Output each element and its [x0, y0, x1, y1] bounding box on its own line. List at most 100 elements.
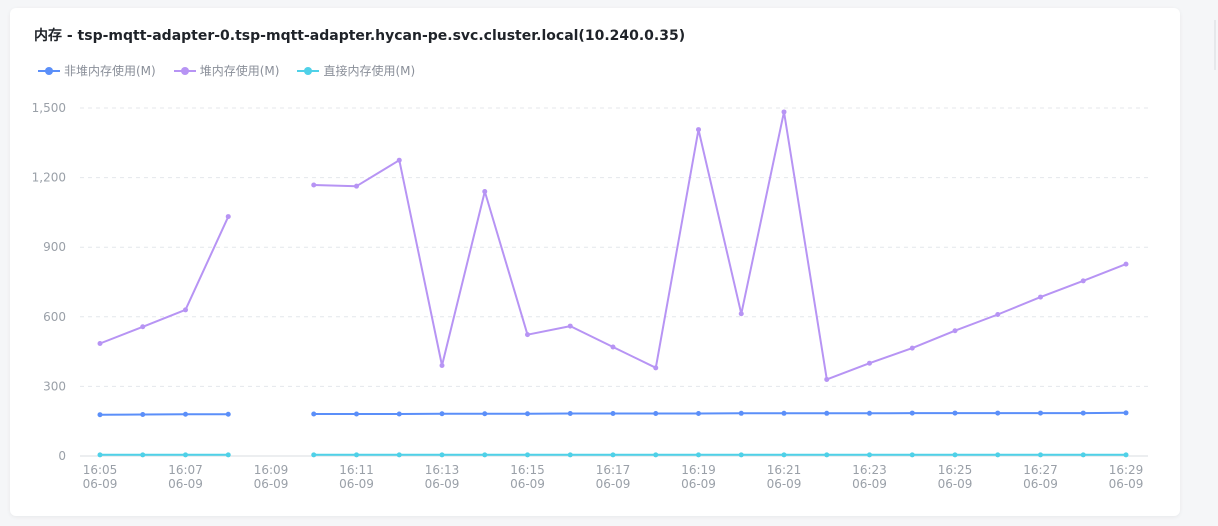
data-point-non-heap [1123, 410, 1129, 416]
x-tick-date: 06-09 [1023, 477, 1058, 491]
data-point-direct [567, 452, 573, 458]
data-point-non-heap [482, 411, 488, 417]
data-point-heap [140, 324, 146, 330]
data-point-non-heap [696, 411, 701, 417]
data-point-heap [354, 183, 359, 189]
series-line-non-heap [99, 413, 229, 416]
data-point-non-heap [867, 410, 872, 416]
data-point-heap [183, 307, 188, 313]
data-point-direct [738, 452, 744, 458]
y-tick-label: 0 [58, 449, 66, 463]
y-tick-label: 600 [43, 310, 66, 324]
data-point-heap [824, 376, 830, 382]
data-point-direct [439, 452, 445, 458]
data-point-non-heap [1038, 410, 1043, 416]
data-point-heap [610, 344, 616, 350]
data-point-direct [824, 452, 830, 458]
data-point-heap [995, 311, 1001, 317]
x-tick-label: 16:11 [339, 463, 374, 477]
data-point-non-heap [567, 411, 573, 417]
data-point-direct [525, 452, 530, 458]
data-point-heap [439, 363, 445, 369]
data-point-heap [1038, 294, 1043, 300]
data-point-non-heap [97, 412, 103, 418]
x-tick-date: 06-09 [254, 477, 289, 491]
data-point-non-heap [995, 410, 1001, 416]
data-point-heap [738, 311, 744, 317]
data-point-direct [1080, 452, 1086, 458]
series-line-heap [313, 110, 1127, 381]
data-point-heap [1123, 261, 1129, 267]
x-tick-label: 16:21 [767, 463, 802, 477]
x-tick-date: 06-09 [168, 477, 203, 491]
data-point-heap [396, 157, 402, 163]
x-tick-label: 16:25 [938, 463, 973, 477]
data-point-direct [225, 452, 231, 458]
line-chart: 03006009001,2001,50016:0506-0916:0706-09… [32, 101, 1148, 491]
data-point-non-heap [1080, 410, 1086, 416]
x-tick-date: 06-09 [767, 477, 802, 491]
data-point-direct [696, 452, 701, 458]
data-point-direct [1123, 452, 1129, 458]
x-tick-date: 06-09 [596, 477, 631, 491]
x-tick-label: 16:15 [510, 463, 545, 477]
data-point-direct [482, 452, 488, 458]
data-point-heap [781, 109, 787, 115]
data-point-non-heap [225, 411, 231, 417]
data-point-direct [867, 452, 872, 458]
data-point-non-heap [354, 411, 359, 417]
data-point-heap [1080, 278, 1086, 284]
x-tick-label: 16:23 [852, 463, 887, 477]
data-point-heap [909, 345, 915, 351]
series-line-non-heap [313, 411, 1127, 415]
data-point-heap [97, 340, 103, 346]
data-point-heap [225, 214, 231, 220]
x-tick-label: 16:13 [425, 463, 460, 477]
data-point-non-heap [824, 410, 830, 416]
data-point-non-heap [396, 411, 402, 417]
data-point-heap [482, 189, 488, 195]
y-tick-label: 300 [43, 379, 66, 393]
x-tick-label: 16:29 [1109, 463, 1144, 477]
y-tick-label: 1,500 [32, 101, 66, 115]
data-point-heap [653, 365, 659, 371]
y-tick-label: 1,200 [32, 171, 66, 185]
data-point-non-heap [653, 411, 659, 417]
data-point-non-heap [909, 410, 915, 416]
x-tick-label: 16:05 [83, 463, 118, 477]
x-tick-label: 16:07 [168, 463, 203, 477]
x-tick-label: 16:09 [254, 463, 289, 477]
series-line-heap [99, 216, 230, 345]
data-point-non-heap [610, 411, 616, 417]
data-point-direct [354, 452, 359, 458]
data-point-heap [867, 360, 872, 366]
x-tick-date: 06-09 [852, 477, 887, 491]
data-point-direct [610, 452, 616, 458]
data-point-direct [995, 452, 1001, 458]
x-tick-label: 16:19 [681, 463, 716, 477]
data-point-heap [567, 323, 573, 329]
data-point-non-heap [952, 410, 958, 416]
x-tick-date: 06-09 [681, 477, 716, 491]
data-point-heap [525, 332, 530, 338]
data-point-direct [1038, 452, 1043, 458]
data-point-direct [653, 452, 659, 458]
data-point-non-heap [738, 410, 744, 416]
x-tick-date: 06-09 [425, 477, 460, 491]
data-point-non-heap [311, 411, 317, 417]
data-point-non-heap [140, 411, 146, 417]
x-tick-date: 06-09 [938, 477, 973, 491]
data-point-non-heap [525, 411, 530, 417]
data-point-non-heap [439, 411, 445, 417]
x-tick-label: 16:17 [596, 463, 631, 477]
x-tick-date: 06-09 [510, 477, 545, 491]
data-point-non-heap [781, 410, 787, 416]
x-tick-label: 16:27 [1023, 463, 1058, 477]
data-point-non-heap [183, 411, 188, 417]
data-point-direct [781, 452, 787, 458]
data-point-direct [97, 452, 103, 458]
data-point-direct [183, 452, 188, 458]
data-point-direct [311, 452, 317, 458]
data-point-direct [909, 452, 915, 458]
x-tick-date: 06-09 [83, 477, 118, 491]
